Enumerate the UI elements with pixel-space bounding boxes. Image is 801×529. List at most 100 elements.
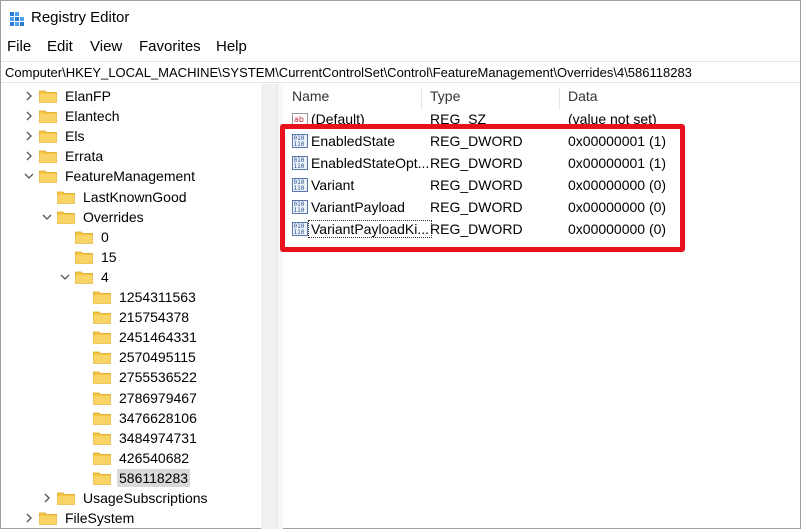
- value-type: REG_SZ: [430, 111, 487, 127]
- tree-item-label: 2451464331: [119, 329, 197, 346]
- dword-value-icon: 010 110: [292, 155, 308, 171]
- dword-value-icon: 010 110: [292, 177, 308, 193]
- tree-item[interactable]: 0: [59, 227, 111, 247]
- folder-icon: [39, 169, 57, 184]
- value-type: REG_DWORD: [430, 199, 523, 215]
- menu-edit[interactable]: Edit: [47, 38, 73, 55]
- value-list-pane[interactable]: Name Type Data ab (Default) REG_SZ (value n…: [284, 84, 800, 529]
- tree-item-label: 15: [101, 248, 117, 265]
- menu-file[interactable]: File: [7, 38, 31, 55]
- tree-item[interactable]: 2570495115: [77, 347, 198, 367]
- chevron-down-icon[interactable]: [59, 271, 71, 283]
- value-row[interactable]: 010 110 EnabledState REG_DWORD 0x00000001 (1…: [284, 131, 800, 151]
- pane-splitter[interactable]: [277, 84, 283, 529]
- tree-item[interactable]: 2451464331: [77, 327, 199, 347]
- tree-item[interactable]: 1254311563: [77, 287, 198, 307]
- folder-icon: [93, 431, 111, 445]
- value-row[interactable]: 010 110 EnabledStateOpt... REG_DWORD 0x00000…: [284, 153, 800, 173]
- tree-item-label: LastKnownGood: [83, 188, 187, 205]
- tree-item-label: UsageSubscriptions: [83, 490, 208, 506]
- tree-item-label: FeatureManagement: [65, 168, 195, 185]
- folder-icon: [39, 149, 57, 164]
- column-header-type[interactable]: Type: [430, 88, 460, 110]
- value-type: REG_DWORD: [430, 177, 523, 193]
- tree-item[interactable]: 2786979467: [77, 388, 199, 408]
- chevron-down-icon[interactable]: [23, 170, 35, 182]
- value-row[interactable]: ab (Default) REG_SZ (value not set): [284, 109, 800, 129]
- value-row[interactable]: 010 110 VariantPayloadKi... REG_DWORD 0x0000…: [284, 219, 800, 239]
- folder-icon: [39, 129, 57, 144]
- chevron-right-icon[interactable]: [23, 130, 35, 142]
- menu-favorites[interactable]: Favorites: [139, 38, 201, 55]
- folder-icon: [39, 89, 57, 103]
- value-data: 0x00000001 (1): [568, 155, 667, 171]
- tree-item-label: FileSystem: [65, 510, 135, 527]
- tree-item-label: 4: [101, 268, 109, 285]
- folder-icon: [39, 511, 57, 525]
- menu-help[interactable]: Help: [216, 38, 247, 55]
- folder-icon: [93, 310, 111, 324]
- tree-item[interactable]: FileSystem: [23, 508, 136, 528]
- tree-item[interactable]: Overrides: [41, 207, 146, 227]
- tree-item[interactable]: 4: [59, 267, 111, 287]
- folder-icon: [57, 210, 75, 224]
- svg-text:ab: ab: [294, 115, 304, 124]
- tree-item[interactable]: 426540682: [77, 448, 191, 468]
- chevron-right-icon[interactable]: [23, 150, 35, 162]
- dword-value-icon: 010 110: [292, 199, 308, 215]
- tree-item[interactable]: 586118283: [77, 468, 191, 488]
- tree-item[interactable]: 3476628106: [77, 408, 199, 428]
- tree-scrollbar[interactable]: [261, 84, 277, 529]
- svg-text:110: 110: [294, 207, 305, 214]
- tree-item[interactable]: Els: [23, 126, 86, 146]
- menu-view[interactable]: View: [90, 38, 122, 55]
- chevron-right-icon[interactable]: [23, 512, 35, 524]
- key-tree-pane[interactable]: ElanFP Elantech Els Errata FeatureManagement…: [1, 84, 277, 529]
- tree-item[interactable]: 3484974731: [77, 428, 199, 448]
- tree-item[interactable]: Elantech: [23, 106, 121, 126]
- tree-item[interactable]: ElanFP: [23, 86, 113, 106]
- address-bar[interactable]: Computer\HKEY_LOCAL_MACHINE\SYSTEM\Curre…: [1, 61, 800, 83]
- title-bar: Registry Editor: [1, 1, 800, 35]
- address-path[interactable]: Computer\HKEY_LOCAL_MACHINE\SYSTEM\Curre…: [5, 65, 692, 80]
- tree-item[interactable]: LastKnownGood: [41, 187, 189, 207]
- tree-item[interactable]: Errata: [23, 146, 105, 166]
- string-value-icon: ab: [292, 111, 308, 127]
- tree-item-label-selected: 586118283: [117, 468, 191, 487]
- chevron-right-icon[interactable]: [41, 492, 53, 504]
- column-separator[interactable]: [559, 88, 560, 110]
- value-data: 0x00000000 (0): [568, 199, 667, 215]
- folder-icon: [93, 451, 111, 465]
- folder-icon: [93, 290, 111, 304]
- dword-value-icon: 010 110: [292, 133, 308, 149]
- tree-item[interactable]: UsageSubscriptions: [41, 488, 210, 508]
- svg-text:110: 110: [294, 185, 305, 192]
- column-header-data[interactable]: Data: [568, 88, 598, 110]
- column-header-name[interactable]: Name: [292, 88, 329, 110]
- column-separator[interactable]: [421, 88, 422, 110]
- tree-item-label: 3476628106: [119, 409, 197, 426]
- value-row[interactable]: 010 110 Variant REG_DWORD 0x00000000 (0): [284, 175, 800, 195]
- value-row[interactable]: 010 110 VariantPayload REG_DWORD 0x00000000 …: [284, 197, 800, 217]
- chevron-down-icon[interactable]: [41, 211, 53, 223]
- value-data: 0x00000001 (1): [568, 133, 667, 149]
- tree-item[interactable]: 2755536522: [77, 367, 199, 387]
- tree-item-label: Els: [65, 128, 85, 145]
- registry-editor-app-icon: [10, 12, 24, 26]
- chevron-right-icon[interactable]: [23, 90, 35, 102]
- folder-icon: [93, 391, 111, 405]
- value-name: VariantPayloadKi...: [307, 220, 433, 238]
- tree-item[interactable]: FeatureManagement: [23, 166, 197, 186]
- chevron-right-icon[interactable]: [23, 110, 35, 122]
- svg-text:110: 110: [294, 141, 305, 148]
- tree-item[interactable]: 215754378: [77, 307, 191, 327]
- tree-item[interactable]: 15: [59, 247, 119, 267]
- tree-item-label: 2786979467: [119, 389, 197, 406]
